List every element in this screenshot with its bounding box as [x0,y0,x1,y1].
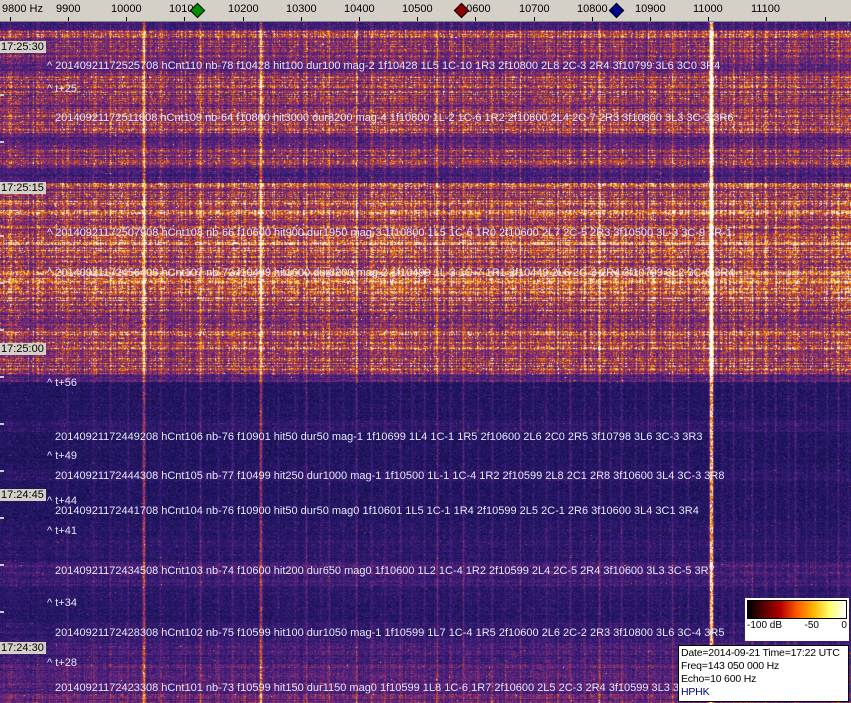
freq-tick [10,17,11,21]
station-code: HPHK [681,686,710,698]
detection-log-line: 20140921172434508 hCnt103 nb-74 f10600 h… [55,565,715,577]
frequency-line: Freq=143 050 000 Hz [681,660,780,672]
time-offset-marker: ^ t+28 [47,657,77,669]
freq-tick [301,17,302,21]
time-offset-marker: ^ t+25 [47,83,77,95]
date-time-line: Date=2014-09-21 Time=17:22 UTC [681,647,840,659]
time-offset-marker: ^ t+49 [47,450,77,462]
time-minor-tick [0,423,4,425]
freq-tick [534,17,535,21]
detection-log-line: 20140921172449208 hCnt106 nb-76 f10901 h… [55,431,703,443]
legend-mid-label: -50 [804,620,819,631]
freq-tick [68,17,69,21]
time-offset-marker: ^ t+41 [47,525,77,537]
freq-tick [243,17,244,21]
freq-label-10200: 10200 [228,3,259,15]
freq-tick [592,17,593,21]
freq-label-10900: 10900 [635,3,666,15]
freq-label-11000: 11000 [693,3,723,15]
time-minor-tick [0,517,4,519]
detection-log-line: 20140921172511808 hCnt109 nb-64 f10800 h… [55,112,734,124]
freq-label-10700: 10700 [519,3,550,15]
db-scale-legend: -100 dB -50 0 [745,598,849,641]
detection-log-line: ^ 20140921172507908 hCnt108 nb-66 f10600… [47,227,733,239]
freq-label-10800: 10800 [577,3,608,15]
freq-tick [708,17,709,21]
freq-label-9800-hz: 9800 Hz [2,3,43,15]
time-minor-tick [0,564,4,566]
time-label-17-25-00: 17:25:00 [0,343,46,355]
freq-label-10400: 10400 [344,3,375,15]
frequency-axis: 9800 Hz 9900 10000 10100 10200 10300 10400 1050… [0,0,851,22]
time-label-17-25-15: 17:25:15 [0,182,46,194]
time-label-17-25-30: 17:25:30 [0,41,46,53]
freq-label-10300: 10300 [286,3,317,15]
time-minor-tick [0,470,4,472]
time-minor-tick [0,141,4,143]
time-label-17-24-30: 17:24:30 [0,642,46,654]
detection-log-line: 20140921172444308 hCnt105 nb-77 f10499 h… [55,470,725,482]
detection-log-line: 20140921172423308 hCnt101 nb-73 f10599 h… [55,682,721,694]
time-minor-tick [0,376,4,378]
time-minor-tick [0,235,4,237]
detection-log-line: ^ 20140921172456408 hCnt107 nb-72 f10499… [47,267,735,279]
time-minor-tick [0,611,4,613]
time-offset-marker: ^ t+56 [47,377,77,389]
detection-log-line: 20140921172441708 hCnt104 nb-76 f10900 h… [55,505,699,517]
blue-diamond-marker-icon[interactable] [608,2,625,19]
echo-line: Echo=10 600 Hz [681,673,757,685]
time-minor-tick [0,282,4,284]
colormap-gradient-bar [747,600,847,619]
detection-log-line: ^ 20140921172525708 hCnt110 nb-78 f10428… [47,60,721,72]
freq-tick [359,17,360,21]
freq-label-9900: 9900 [56,3,81,15]
time-offset-marker: ^ t+34 [47,597,77,609]
time-minor-tick [0,94,4,96]
time-label-17-24-45: 17:24:45 [0,489,46,501]
legend-max-label: 0 [841,620,847,631]
freq-tick [126,17,127,21]
detection-log-line: 20140921172428308 hCnt102 nb-75 f10599 h… [55,627,725,639]
legend-min-label: -100 dB [747,620,783,631]
freq-label-11100: 11100 [751,3,780,15]
freq-label-10000: 10000 [111,3,142,15]
spectrogram-canvas [0,22,851,703]
meteor-spectrogram-screen: 9800 Hz 9900 10000 10100 10200 10300 10400 1050… [0,0,851,703]
freq-tick [184,17,185,21]
time-minor-tick [0,329,4,331]
freq-tick [417,17,418,21]
freq-label-10500: 10500 [402,3,433,15]
freq-tick [475,17,476,21]
freq-tick [825,17,826,21]
freq-tick [766,17,767,21]
freq-tick [650,17,651,21]
legend-labels: -100 dB -50 0 [747,619,847,632]
status-info-box: Date=2014-09-21 Time=17:22 UTC Freq=143 … [678,645,849,702]
